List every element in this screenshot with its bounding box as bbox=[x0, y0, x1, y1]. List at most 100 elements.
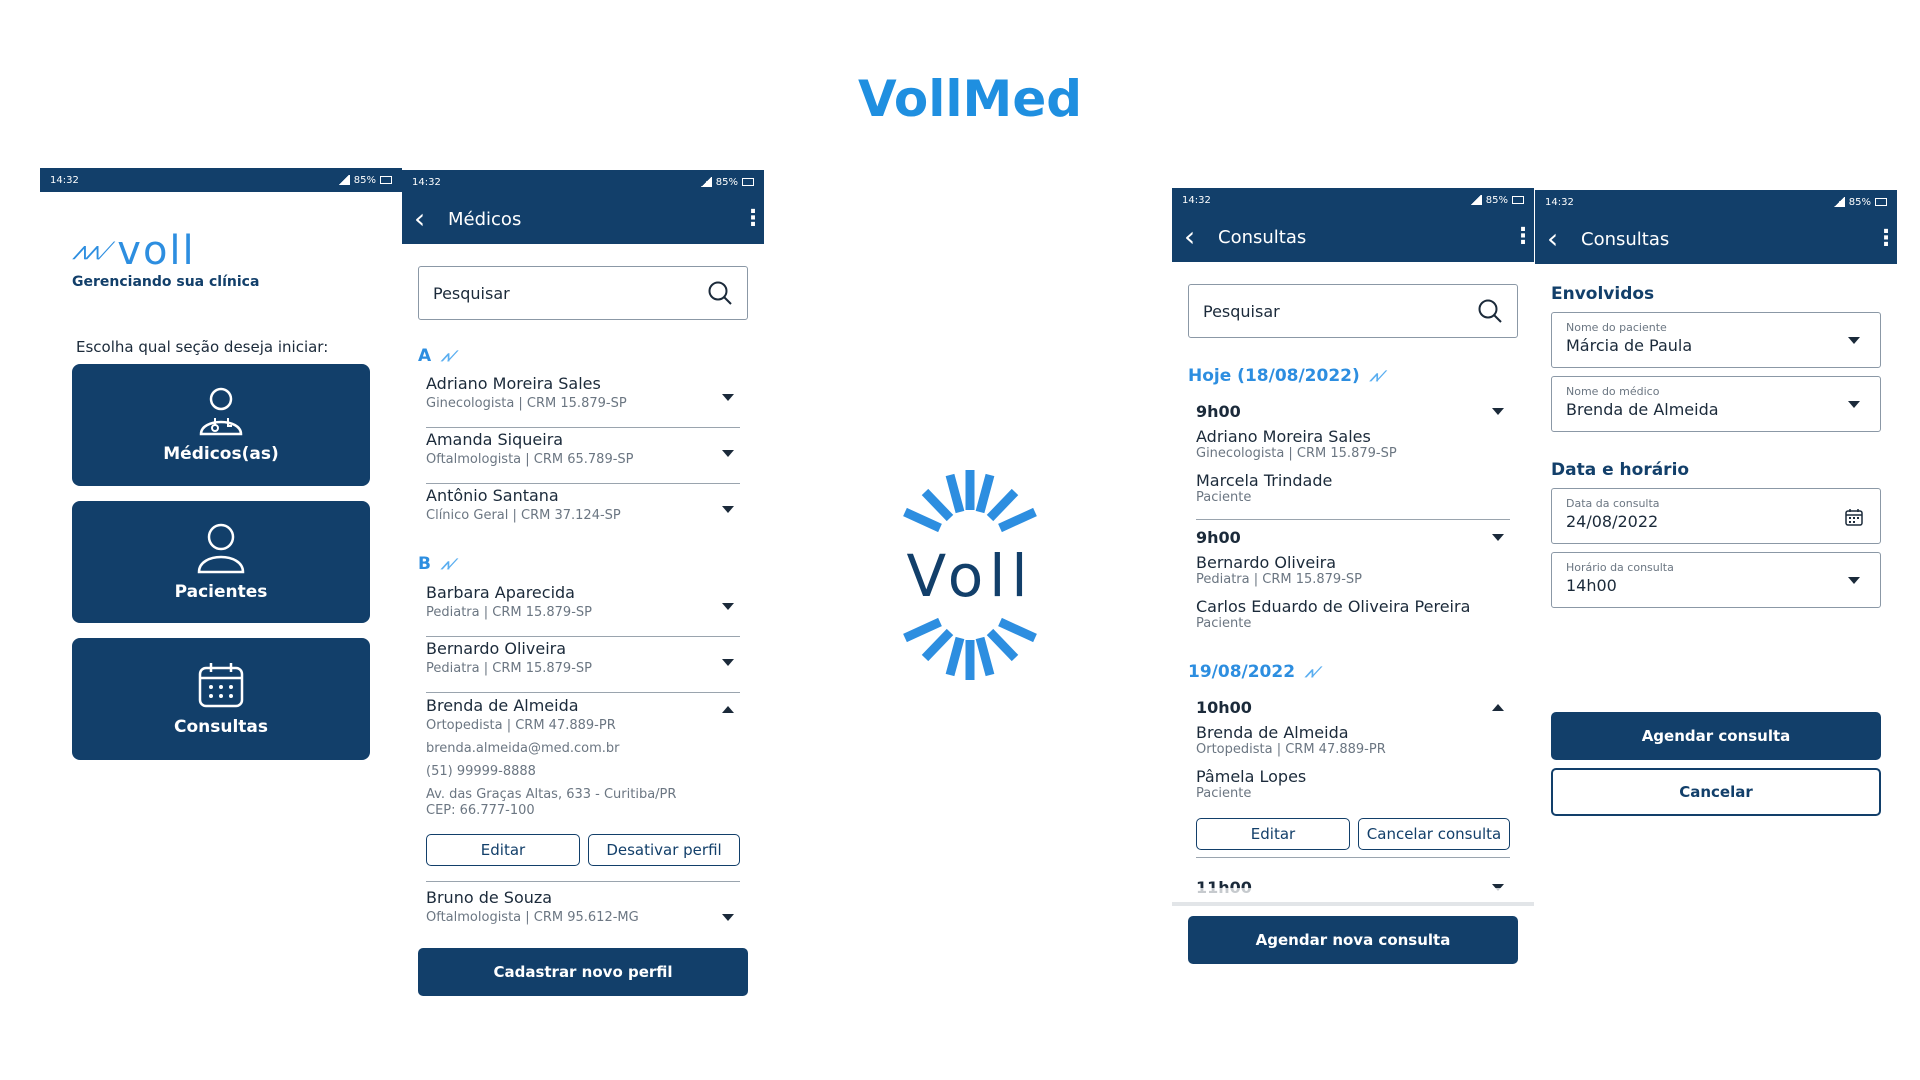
battery-icon bbox=[1512, 195, 1524, 204]
more-options-icon[interactable]: ⋮ bbox=[1512, 226, 1534, 248]
appointment-item[interactable]: 9h00 Adriano Moreira Sales Ginecologista… bbox=[1196, 402, 1510, 520]
status-bar: 14:32 85% bbox=[40, 168, 402, 192]
chevron-down-icon[interactable] bbox=[722, 450, 734, 457]
status-bar: 14:32 85% bbox=[402, 170, 764, 194]
datetime-heading: Data e horário bbox=[1551, 460, 1690, 480]
signal-icon bbox=[1832, 196, 1845, 207]
back-icon[interactable]: ‹ bbox=[414, 205, 448, 233]
search-icon bbox=[708, 281, 732, 305]
doctor-email: brenda.almeida@med.com.br bbox=[426, 741, 620, 756]
more-options-icon[interactable]: ⋮ bbox=[1875, 228, 1897, 250]
home-screen: 14:32 85% ⩘⩘⟋ voll Gerenciando sua clíni… bbox=[40, 168, 402, 768]
doctors-screen: 14:32 85% ‹ Médicos ⋮ Pesquisar A ⩘⟋ Adri… bbox=[402, 170, 764, 1000]
status-time: 14:32 bbox=[1182, 194, 1211, 206]
chevron-down-icon bbox=[1848, 577, 1860, 584]
status-time: 14:32 bbox=[412, 176, 441, 188]
cancel-appointment-button[interactable]: Cancelar consulta bbox=[1358, 818, 1510, 850]
burst-icon: ⩘⟋ bbox=[1369, 367, 1387, 385]
app-bar: ‹ Médicos ⋮ bbox=[402, 194, 764, 244]
back-icon[interactable]: ‹ bbox=[1547, 225, 1581, 253]
cancel-button[interactable]: Cancelar bbox=[1551, 768, 1881, 816]
pacientes-card-button[interactable]: Pacientes bbox=[72, 501, 370, 623]
signal-icon bbox=[1469, 194, 1482, 205]
app-bar: ‹ Consultas ⋮ bbox=[1535, 214, 1897, 264]
doctor-list-item-expanded[interactable]: Brenda de Almeida Ortopedista | CRM 47.8… bbox=[426, 696, 740, 882]
calendar-icon bbox=[198, 663, 244, 708]
appointment-item-expanded[interactable]: 10h00 Brenda de Almeida Ortopedista | CR… bbox=[1196, 698, 1510, 858]
patient-select[interactable]: Nome do paciente Márcia de Paula bbox=[1551, 312, 1881, 368]
chevron-down-icon[interactable] bbox=[722, 659, 734, 666]
burst-icon: ⩘⟋ bbox=[441, 347, 458, 365]
battery-icon bbox=[380, 175, 392, 184]
pacientes-card-label: Pacientes bbox=[174, 582, 268, 602]
edit-button[interactable]: Editar bbox=[426, 834, 580, 866]
doctor-cep: CEP: 66.777-100 bbox=[426, 803, 535, 818]
battery-level: 85% bbox=[1485, 194, 1508, 206]
search-input[interactable]: Pesquisar bbox=[418, 266, 748, 320]
burst-icon: ⩘⟋ bbox=[1305, 663, 1322, 681]
date-field[interactable]: Data da consulta 24/08/2022 bbox=[1551, 488, 1881, 544]
logo-burst-icon: ⩘⩘⟋ bbox=[72, 235, 115, 266]
app-bar-title: Médicos bbox=[448, 208, 522, 230]
app-bar: ‹ Consultas ⋮ bbox=[1172, 212, 1534, 262]
status-bar: 14:32 85% bbox=[1535, 190, 1897, 214]
app-bar-title: Consultas bbox=[1218, 226, 1307, 248]
voll-logo: ⩘⩘⟋ voll bbox=[72, 228, 196, 274]
status-time: 14:32 bbox=[1545, 196, 1574, 208]
search-input[interactable]: Pesquisar bbox=[1188, 284, 1518, 338]
doctor-select[interactable]: Nome do médico Brenda de Almeida bbox=[1551, 376, 1881, 432]
more-options-icon[interactable]: ⋮ bbox=[742, 208, 764, 230]
list-fade bbox=[402, 920, 764, 940]
chevron-down-icon bbox=[1848, 337, 1860, 344]
chevron-down-icon[interactable] bbox=[722, 394, 734, 401]
page-title: VollMed bbox=[857, 70, 1083, 128]
section-prompt: Escolha qual seção deseja iniciar: bbox=[76, 338, 329, 356]
battery-level: 85% bbox=[353, 174, 376, 186]
chevron-up-icon[interactable] bbox=[1492, 704, 1504, 711]
battery-level: 85% bbox=[1848, 196, 1871, 208]
doctor-phone: (51) 99999-8888 bbox=[426, 764, 536, 779]
involved-heading: Envolvidos bbox=[1551, 284, 1655, 304]
search-placeholder: Pesquisar bbox=[1203, 301, 1280, 321]
doctor-list-item[interactable]: Bernardo Oliveira Pediatra | CRM 15.879-S… bbox=[426, 639, 740, 693]
signal-icon bbox=[337, 174, 350, 185]
logo-text: voll bbox=[117, 228, 196, 274]
doctor-list-item[interactable]: Antônio Santana Clínico Geral | CRM 37.12… bbox=[426, 486, 740, 540]
center-logo-text: Voll bbox=[906, 542, 1034, 610]
doctor-list-item[interactable]: Amanda Siqueira Oftalmologista | CRM 65.7… bbox=[426, 430, 740, 484]
chevron-down-icon bbox=[1848, 401, 1860, 408]
app-bar-title: Consultas bbox=[1581, 228, 1670, 250]
center-voll-logo: Voll bbox=[895, 470, 1045, 680]
calendar-icon[interactable] bbox=[1844, 507, 1864, 527]
new-appointment-button[interactable]: Agendar nova consulta bbox=[1188, 916, 1518, 964]
edit-button[interactable]: Editar bbox=[1196, 818, 1350, 850]
doctor-icon bbox=[199, 387, 243, 436]
date-header-today: Hoje (18/08/2022) ⩘⟋ bbox=[1188, 366, 1387, 386]
status-time: 14:32 bbox=[50, 174, 79, 186]
deactivate-profile-button[interactable]: Desativar perfil bbox=[588, 834, 740, 866]
chevron-down-icon[interactable] bbox=[722, 506, 734, 513]
time-select[interactable]: Horário da consulta 14h00 bbox=[1551, 552, 1881, 608]
battery-icon bbox=[1875, 197, 1887, 206]
doctor-list-item[interactable]: Barbara Aparecida Pediatra | CRM 15.879-S… bbox=[426, 583, 740, 637]
date-header-next: 19/08/2022 ⩘⟋ bbox=[1188, 662, 1322, 682]
chevron-down-icon[interactable] bbox=[1492, 408, 1504, 415]
consultas-card-button[interactable]: Consultas bbox=[72, 638, 370, 760]
schedule-screen: 14:32 85% ‹ Consultas ⋮ Envolvidos Nome … bbox=[1535, 190, 1897, 840]
group-letter-a: A ⩘⟋ bbox=[418, 346, 458, 366]
appointments-screen: 14:32 85% ‹ Consultas ⋮ Pesquisar Hoje (… bbox=[1172, 188, 1534, 988]
battery-icon bbox=[742, 177, 754, 186]
chevron-up-icon[interactable] bbox=[722, 706, 734, 713]
back-icon[interactable]: ‹ bbox=[1184, 223, 1218, 251]
medicos-card-button[interactable]: Médicos(as) bbox=[72, 364, 370, 486]
doctor-list-item[interactable]: Adriano Moreira Sales Ginecologista | CRM… bbox=[426, 374, 740, 428]
chevron-down-icon[interactable] bbox=[1492, 534, 1504, 541]
chevron-down-icon[interactable] bbox=[722, 603, 734, 610]
battery-level: 85% bbox=[715, 176, 738, 188]
appointment-item[interactable]: 9h00 Bernardo Oliveira Pediatra | CRM 15… bbox=[1196, 528, 1510, 644]
status-bar: 14:32 85% bbox=[1172, 188, 1534, 212]
schedule-button[interactable]: Agendar consulta bbox=[1551, 712, 1881, 760]
search-icon bbox=[1478, 299, 1502, 323]
new-profile-button[interactable]: Cadastrar novo perfil bbox=[418, 948, 748, 996]
search-placeholder: Pesquisar bbox=[433, 283, 510, 303]
